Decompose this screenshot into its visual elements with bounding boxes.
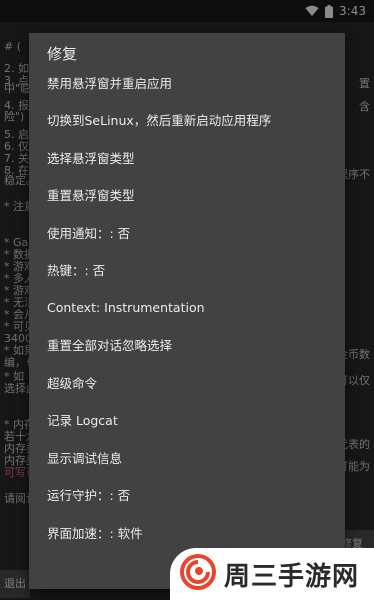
menu-item-label: 运行守护：: 否 xyxy=(47,488,131,503)
menu-item-use-notification[interactable]: 使用通知：: 否 xyxy=(29,214,345,251)
watermark-logo: 周三手游网 xyxy=(170,548,374,600)
menu-item-ui-acceleration[interactable]: 界面加速：: 软件 xyxy=(29,514,345,551)
menu-item-show-debug-info[interactable]: 显示调试信息 xyxy=(29,439,345,476)
menu-item-reset-float-type[interactable]: 重置悬浮窗类型 xyxy=(29,176,345,213)
menu-item-label: 热键：: 否 xyxy=(47,263,106,278)
logo-swirl-icon xyxy=(180,554,216,594)
menu-item-select-float-type[interactable]: 选择悬浮窗类型 xyxy=(29,139,345,176)
menu-item-hotkey[interactable]: 热键：: 否 xyxy=(29,251,345,288)
menu-title: 修复 xyxy=(47,45,78,63)
menu-item-record-logcat[interactable]: 记录 Logcat xyxy=(29,401,345,438)
menu-item-label: 禁用悬浮窗并重启应用 xyxy=(47,76,173,91)
menu-item-super-command[interactable]: 超级命令 xyxy=(29,364,345,401)
menu-item-disable-float-restart[interactable]: 禁用悬浮窗并重启应用 xyxy=(29,64,345,101)
menu-item-switch-selinux[interactable]: 切换到SeLinux，然后重新启动应用程序 xyxy=(29,101,345,138)
menu-item-label: 重置全部对话忽略选择 xyxy=(47,338,173,353)
watermark-text: 周三手游网 xyxy=(224,561,360,592)
menu-item-label: 界面加速：: 软件 xyxy=(47,526,143,541)
menu-item-label: 记录 Logcat xyxy=(47,413,118,428)
menu-item-label: 选择悬浮窗类型 xyxy=(47,151,135,166)
menu-item-label: 切换到SeLinux，然后重新启动应用程序 xyxy=(47,113,272,128)
menu-item-label: 使用通知：: 否 xyxy=(47,226,131,241)
menu-item-context[interactable]: Context: Instrumentation xyxy=(29,289,345,326)
menu-item-label: 重置悬浮窗类型 xyxy=(47,188,135,203)
menu-item-label: 显示调试信息 xyxy=(47,451,123,466)
menu-item-label: Context: Instrumentation xyxy=(47,300,205,315)
menu-item-label: 超级命令 xyxy=(47,376,98,391)
menu-item-run-guard[interactable]: 运行守护：: 否 xyxy=(29,476,345,513)
menu-item-reset-dialog-choices[interactable]: 重置全部对话忽略选择 xyxy=(29,326,345,363)
repair-menu: 修复 禁用悬浮窗并重启应用 切换到SeLinux，然后重新启动应用程序 选择悬浮… xyxy=(29,33,345,589)
